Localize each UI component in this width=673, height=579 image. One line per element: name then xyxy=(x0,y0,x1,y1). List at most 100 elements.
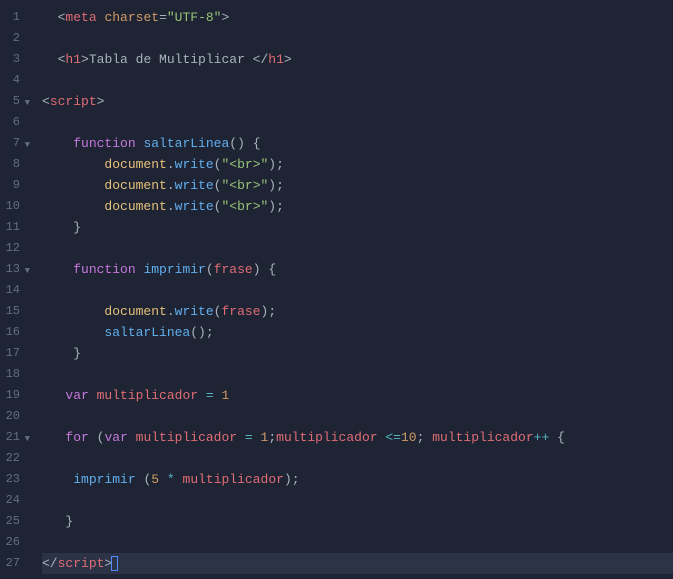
fold-icon[interactable]: ▼ xyxy=(25,93,30,114)
code-line[interactable]: document.write("<br>"); xyxy=(42,196,673,217)
code-line[interactable]: <h1>Tabla de Multiplicar </h1> xyxy=(42,49,673,70)
code-line[interactable]: document.write("<br>"); xyxy=(42,154,673,175)
code-line[interactable]: </script> xyxy=(42,553,673,574)
code-line[interactable] xyxy=(42,280,673,301)
token-op: ++ xyxy=(534,430,550,445)
token-txt xyxy=(42,178,104,193)
token-brace: } xyxy=(65,514,73,529)
token-tag-br: > xyxy=(284,52,292,67)
line-number: 7▼ xyxy=(4,133,20,154)
token-op-eq: = xyxy=(159,10,167,25)
code-line[interactable] xyxy=(42,532,673,553)
code-area[interactable]: <meta charset="UTF-8"> <h1>Tabla de Mult… xyxy=(28,0,673,579)
token-txt xyxy=(42,52,58,67)
code-line[interactable]: function imprimir(frase) { xyxy=(42,259,673,280)
line-number: 14 xyxy=(4,280,20,301)
token-semi: ; xyxy=(292,472,300,487)
fold-icon[interactable]: ▼ xyxy=(25,135,30,156)
token-paren: () xyxy=(190,325,206,340)
code-line[interactable]: imprimir (5 * multiplicador); xyxy=(42,469,673,490)
code-line[interactable]: function saltarLinea() { xyxy=(42,133,673,154)
code-line[interactable] xyxy=(42,364,673,385)
token-txt xyxy=(198,388,206,403)
token-obj: document xyxy=(104,199,166,214)
token-txt xyxy=(549,430,557,445)
code-line[interactable]: var multiplicador = 1 xyxy=(42,385,673,406)
token-paren: ( xyxy=(206,262,214,277)
code-line[interactable]: for (var multiplicador = 1;multiplicador… xyxy=(42,427,673,448)
token-ident: multiplicador xyxy=(276,430,377,445)
token-tag: h1 xyxy=(65,52,81,67)
code-line[interactable] xyxy=(42,28,673,49)
code-line[interactable]: <meta charset="UTF-8"> xyxy=(42,7,673,28)
fold-icon[interactable]: ▼ xyxy=(25,429,30,450)
token-txt xyxy=(42,10,58,25)
line-number: 5▼ xyxy=(4,91,20,112)
token-brace: { xyxy=(557,430,565,445)
code-line[interactable]: saltarLinea(); xyxy=(42,322,673,343)
token-brace: { xyxy=(253,136,261,151)
code-editor[interactable]: 12345▼67▼8910111213▼1415161718192021▼222… xyxy=(0,0,673,579)
token-txt xyxy=(42,388,65,403)
token-dot: . xyxy=(167,157,175,172)
line-number: 24 xyxy=(4,490,20,511)
code-line[interactable] xyxy=(42,490,673,511)
code-line[interactable]: } xyxy=(42,343,673,364)
code-line[interactable]: } xyxy=(42,217,673,238)
token-kw: var xyxy=(65,388,88,403)
code-line[interactable]: document.write("<br>"); xyxy=(42,175,673,196)
code-line[interactable] xyxy=(42,238,673,259)
token-tag-br: < xyxy=(42,94,50,109)
token-txt xyxy=(128,430,136,445)
token-kw: for xyxy=(65,430,88,445)
token-semi: ; xyxy=(276,199,284,214)
token-ident: multiplicador xyxy=(432,430,533,445)
token-dot: . xyxy=(167,199,175,214)
token-txt xyxy=(42,199,104,214)
line-number: 4 xyxy=(4,70,20,91)
token-tag-br: > xyxy=(221,10,229,25)
token-txt xyxy=(42,220,73,235)
token-tag: h1 xyxy=(268,52,284,67)
token-brace: } xyxy=(73,346,81,361)
token-txt xyxy=(245,136,253,151)
token-txt xyxy=(42,325,104,340)
token-paren: ) xyxy=(253,262,261,277)
token-txt xyxy=(89,388,97,403)
token-op: = xyxy=(245,430,253,445)
token-str: "<br>" xyxy=(221,157,268,172)
code-line[interactable] xyxy=(42,448,673,469)
token-tag: script xyxy=(58,556,105,571)
token-paren: ) xyxy=(284,472,292,487)
line-number: 27 xyxy=(4,553,20,574)
line-number: 17 xyxy=(4,343,20,364)
token-ident: frase xyxy=(214,262,253,277)
code-line[interactable]: document.write(frase); xyxy=(42,301,673,322)
token-txt xyxy=(42,262,73,277)
token-semi: ; xyxy=(276,178,284,193)
code-line[interactable]: } xyxy=(42,511,673,532)
token-kw: function xyxy=(73,262,135,277)
line-number: 25 xyxy=(4,511,20,532)
token-semi: ; xyxy=(206,325,214,340)
token-op: <= xyxy=(385,430,401,445)
token-paren: () xyxy=(229,136,245,151)
line-number: 20 xyxy=(4,406,20,427)
token-semi: ; xyxy=(268,430,276,445)
code-line[interactable] xyxy=(42,70,673,91)
code-line[interactable] xyxy=(42,406,673,427)
line-number: 15 xyxy=(4,301,20,322)
line-number: 12 xyxy=(4,238,20,259)
token-ident: multiplicador xyxy=(97,388,198,403)
token-txt xyxy=(42,514,65,529)
code-line[interactable]: <script> xyxy=(42,91,673,112)
line-number: 23 xyxy=(4,469,20,490)
line-number: 21▼ xyxy=(4,427,20,448)
token-ident: frase xyxy=(221,304,260,319)
code-line[interactable] xyxy=(42,112,673,133)
token-brace: } xyxy=(73,220,81,235)
token-str: "UTF-8" xyxy=(167,10,222,25)
token-txt: Tabla de Multiplicar xyxy=(89,52,253,67)
fold-icon[interactable]: ▼ xyxy=(25,261,30,282)
line-number: 1 xyxy=(4,7,20,28)
